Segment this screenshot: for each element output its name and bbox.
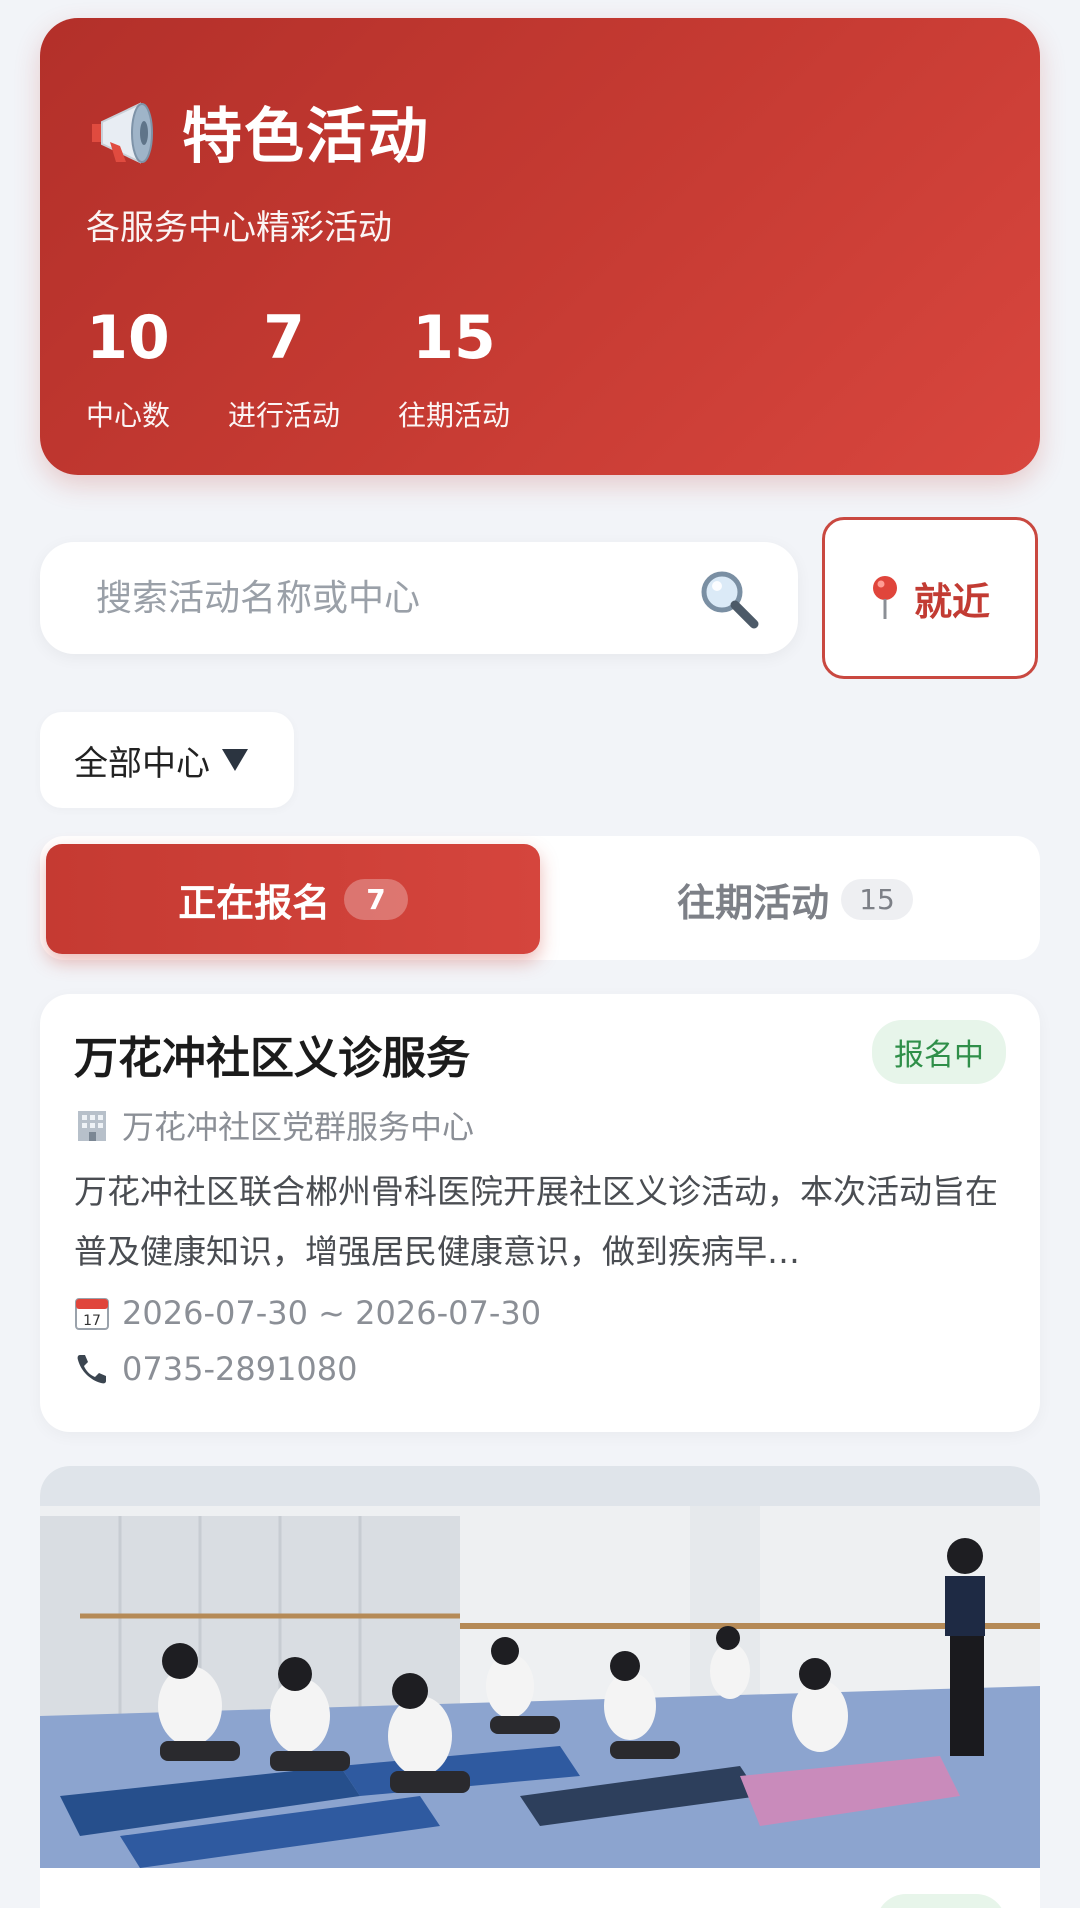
megaphone-icon xyxy=(92,101,153,164)
activity-title: 万花冲社区义诊服务 xyxy=(74,1033,470,1084)
tab-count-badge: 7 xyxy=(344,878,408,920)
tab-label: 正在报名 xyxy=(178,880,331,925)
chevron-down-icon xyxy=(222,749,248,771)
page-title: 特色活动 xyxy=(182,102,430,172)
stat-label: 中心数 xyxy=(86,399,171,432)
nearby-label: 就近 xyxy=(913,579,990,624)
search-box[interactable] xyxy=(40,542,798,654)
activity-photo xyxy=(40,1466,1040,1868)
activities-page: 特色活动 各服务中心精彩活动 10 中心数 7 进行活动 15 往期活动 搜索活… xyxy=(0,0,1080,1908)
activity-date-row: 17 2026-07-30 ~ 2026-07-30 xyxy=(74,1294,541,1332)
status-badge xyxy=(876,1894,1006,1908)
hero-subtitle: 各服务中心精彩活动 xyxy=(86,208,392,248)
filter-selected-value: 全部中心 xyxy=(74,743,210,784)
tab-registering[interactable]: 正在报名 7 xyxy=(46,844,540,954)
hero-title-row: 特色活动 xyxy=(86,88,430,175)
svg-text:17: 17 xyxy=(83,1313,101,1329)
tab-count-badge: 15 xyxy=(841,878,913,920)
activity-date-range: 2026-07-30 ~ 2026-07-30 xyxy=(122,1294,542,1332)
search-input[interactable] xyxy=(94,576,658,620)
calendar-icon: 17 xyxy=(75,1298,109,1330)
activity-phone-row: 0735-2891080 xyxy=(74,1350,358,1388)
activity-phone[interactable]: 0735-2891080 xyxy=(122,1350,358,1388)
activity-card-with-photo[interactable] xyxy=(40,1466,1040,1908)
activity-center: 万花冲社区党群服务中心 xyxy=(122,1108,475,1146)
center-filter-dropdown[interactable]: 全部中心 xyxy=(40,712,294,808)
status-badge: 报名中 xyxy=(872,1020,1006,1084)
activity-card[interactable]: 万花冲社区义诊服务 报名中 万花冲社区党群服务中心 万花冲社区联合郴州骨科医院开… xyxy=(40,994,1040,1432)
activity-description: 万花冲社区联合郴州骨科医院开展社区义诊活动，本次活动旨在普及健康知识，增强居民健… xyxy=(74,1172,998,1271)
tab-past-activities[interactable]: 往期活动 15 xyxy=(560,844,1030,954)
phone-icon xyxy=(77,1355,106,1384)
tab-label: 往期活动 xyxy=(677,880,830,925)
stat-centers: 10 中心数 xyxy=(86,308,170,434)
building-icon xyxy=(78,1111,106,1141)
location-pin-icon xyxy=(872,576,897,619)
stats-row: 10 中心数 7 进行活动 15 往期活动 xyxy=(86,308,568,434)
stat-value: 7 xyxy=(263,303,305,373)
stat-label: 往期活动 xyxy=(398,399,511,432)
hero-banner: 特色活动 各服务中心精彩活动 10 中心数 7 进行活动 15 往期活动 xyxy=(40,18,1040,475)
search-icon[interactable] xyxy=(696,566,760,630)
activity-tabs: 正在报名 7 往期活动 15 xyxy=(40,836,1040,960)
nearby-button[interactable]: 就近 xyxy=(822,517,1038,679)
stat-ongoing: 7 进行活动 xyxy=(228,308,340,434)
stat-value: 10 xyxy=(86,303,170,373)
stat-value: 15 xyxy=(412,303,496,373)
stat-past: 15 往期活动 xyxy=(398,308,510,434)
stat-label: 进行活动 xyxy=(228,399,341,432)
activity-center-row: 万花冲社区党群服务中心 xyxy=(74,1102,474,1148)
